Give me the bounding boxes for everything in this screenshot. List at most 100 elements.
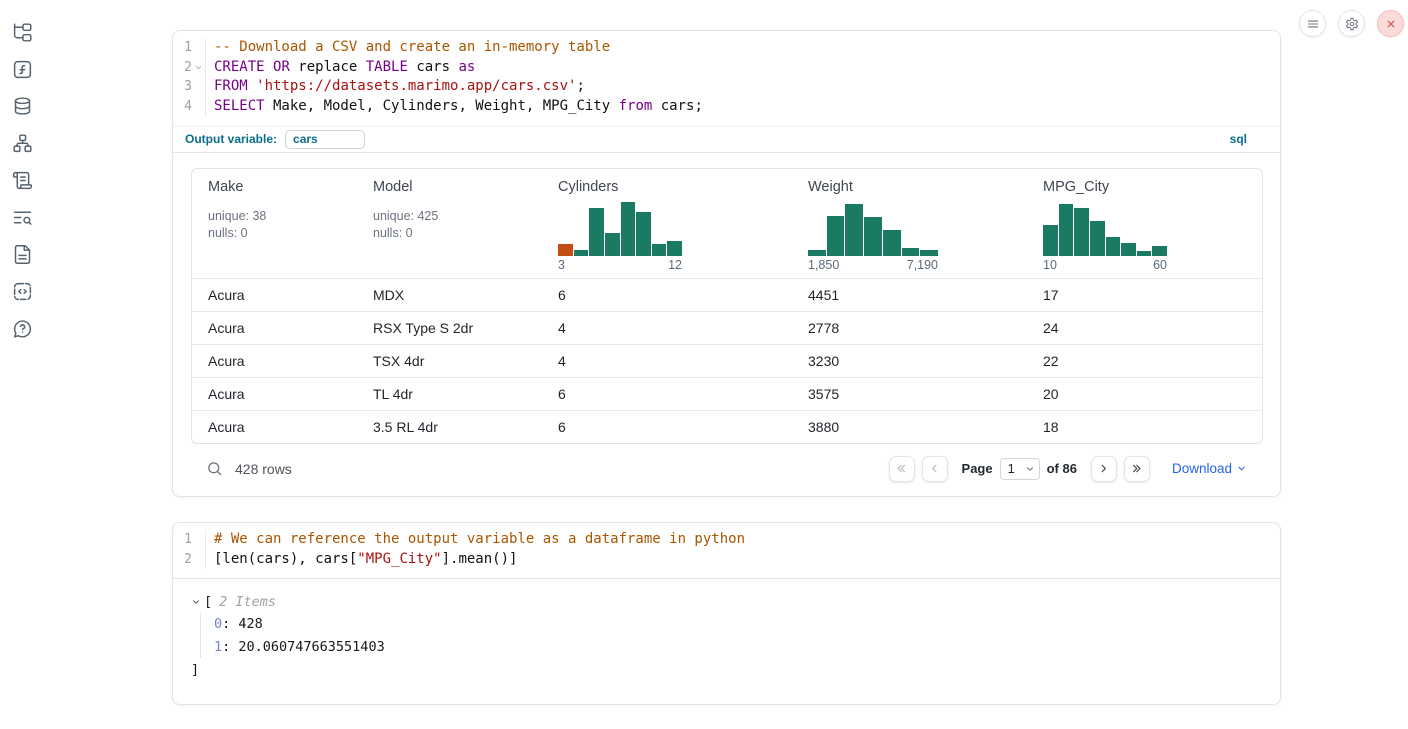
line-number: 2: [173, 58, 206, 78]
last-page-button[interactable]: [1124, 456, 1150, 482]
help-icon[interactable]: [12, 318, 33, 339]
histogram-bar: [902, 248, 920, 256]
line-number: 3: [173, 77, 206, 97]
table-cell: Acura: [192, 320, 357, 336]
chevron-down-icon: [1025, 464, 1035, 474]
snippets-icon[interactable]: [12, 281, 33, 302]
column-histogram: [558, 202, 682, 256]
settings-gear-icon[interactable]: [1338, 10, 1365, 37]
logs-icon[interactable]: [12, 207, 33, 228]
column-header-make[interactable]: Makeunique: 38nulls: 0: [192, 179, 357, 278]
table-cell: 20: [1027, 386, 1262, 402]
code-line: 2[len(cars), cars["MPG_City"].mean()]: [173, 550, 1280, 570]
code-text: -- Download a CSV and create an in-memor…: [206, 38, 610, 58]
column-header-weight[interactable]: Weight1,8507,190: [792, 179, 1027, 278]
column-header-model[interactable]: Modelunique: 425nulls: 0: [357, 179, 542, 278]
histogram-range-labels: 1,8507,190: [808, 258, 938, 272]
code-line: 4SELECT Make, Model, Cylinders, Weight, …: [173, 97, 1280, 117]
code-text: SELECT Make, Model, Cylinders, Weight, M…: [206, 97, 703, 117]
notebook-actions: [1299, 10, 1404, 37]
table-cell: Acura: [192, 287, 357, 303]
histogram-bar: [864, 217, 882, 255]
first-page-button[interactable]: [889, 456, 915, 482]
code-text: [len(cars), cars["MPG_City"].mean()]: [206, 550, 517, 570]
table-row: AcuraRSX Type S 2dr4277824: [192, 311, 1262, 344]
column-stats: unique: 425nulls: 0: [373, 208, 526, 242]
table-cell: 4: [542, 353, 792, 369]
table-footer: 428 rows Page 1 of 86: [191, 444, 1263, 496]
menu-icon[interactable]: [1299, 10, 1326, 37]
python-output-area: [ 2 Items 0: 4281: 20.060747663551403 ]: [173, 578, 1280, 704]
next-page-button[interactable]: [1091, 456, 1117, 482]
output-variable-label: Output variable:: [185, 132, 277, 146]
histogram-bar: [667, 241, 682, 256]
histogram-bar: [574, 250, 589, 256]
histogram-bar: [1090, 221, 1105, 256]
table-row: AcuraMDX6445117: [192, 278, 1262, 311]
table-cell: 17: [1027, 287, 1262, 303]
python-cell: 1# We can reference the output variable …: [172, 522, 1281, 705]
column-header-mpg_city[interactable]: MPG_City1060: [1027, 179, 1262, 278]
column-histogram: [1043, 202, 1167, 256]
histogram-bar: [636, 212, 651, 256]
sql-cell: 1-- Download a CSV and create an in-memo…: [172, 30, 1281, 497]
download-button[interactable]: Download: [1172, 461, 1247, 476]
column-histogram: [808, 202, 938, 256]
output-variable-input[interactable]: [285, 130, 365, 149]
table-cell: Acura: [192, 419, 357, 435]
tree-entry: 1: 20.060747663551403: [214, 636, 1262, 659]
table-body: AcuraMDX6445117AcuraRSX Type S 2dr427782…: [192, 278, 1262, 443]
tree-entries: 0: 4281: 20.060747663551403: [200, 613, 1262, 658]
histogram-range-labels: 1060: [1043, 258, 1167, 272]
python-code-editor[interactable]: 1# We can reference the output variable …: [173, 523, 1280, 578]
line-number: 1: [173, 38, 206, 58]
table-cell: 6: [542, 419, 792, 435]
table-cell: 3575: [792, 386, 1027, 402]
tree-open-bracket: [: [204, 594, 212, 610]
histogram-bar: [1059, 204, 1074, 256]
previous-page-button[interactable]: [922, 456, 948, 482]
documentation-icon[interactable]: [12, 244, 33, 265]
table-cell: 4451: [792, 287, 1027, 303]
line-number: 2: [173, 550, 206, 570]
line-number: 4: [173, 97, 206, 117]
histogram-bar: [1121, 243, 1136, 256]
histogram-bar: [920, 250, 938, 255]
table-cell: MDX: [357, 287, 542, 303]
histogram-bar: [1074, 208, 1089, 256]
table-cell: TL 4dr: [357, 386, 542, 402]
histogram-range-labels: 312: [558, 258, 682, 272]
histogram-bar: [1106, 237, 1121, 255]
table-cell: TSX 4dr: [357, 353, 542, 369]
column-header-cylinders[interactable]: Cylinders312: [542, 179, 792, 278]
notebook-cells: 1-- Download a CSV and create an in-memo…: [172, 30, 1281, 705]
dependency-graph-icon[interactable]: [12, 133, 33, 154]
row-count: 428 rows: [235, 461, 292, 477]
table-cell: 3230: [792, 353, 1027, 369]
function-icon[interactable]: [12, 59, 33, 80]
table-cell: 2778: [792, 320, 1027, 336]
database-icon[interactable]: [12, 96, 33, 117]
chevron-down-icon: [1236, 463, 1247, 474]
scratchpad-icon[interactable]: [12, 170, 33, 191]
histogram-bar: [827, 216, 845, 256]
tree-entry: 0: 428: [214, 613, 1262, 636]
code-text: # We can reference the output variable a…: [206, 530, 745, 550]
shutdown-close-icon[interactable]: [1377, 10, 1404, 37]
table-cell: 6: [542, 287, 792, 303]
tree-items-count: 2 Items: [219, 594, 276, 610]
tree-root: [ 2 Items: [191, 594, 1262, 610]
table-cell: 4: [542, 320, 792, 336]
histogram-bar: [589, 208, 604, 256]
histogram-bar: [808, 250, 826, 255]
tree-collapse-icon[interactable]: [191, 597, 204, 607]
sql-code-editor[interactable]: 1-- Download a CSV and create an in-memo…: [173, 31, 1280, 126]
tree-close-bracket: ]: [191, 661, 1262, 680]
left-sidebar: [0, 0, 44, 339]
table-cell: 18: [1027, 419, 1262, 435]
file-tree-icon[interactable]: [12, 22, 33, 43]
search-icon[interactable]: [206, 460, 223, 477]
fold-chevron-icon[interactable]: [192, 63, 205, 72]
page-select[interactable]: 1: [1000, 458, 1040, 480]
table-cell: 24: [1027, 320, 1262, 336]
